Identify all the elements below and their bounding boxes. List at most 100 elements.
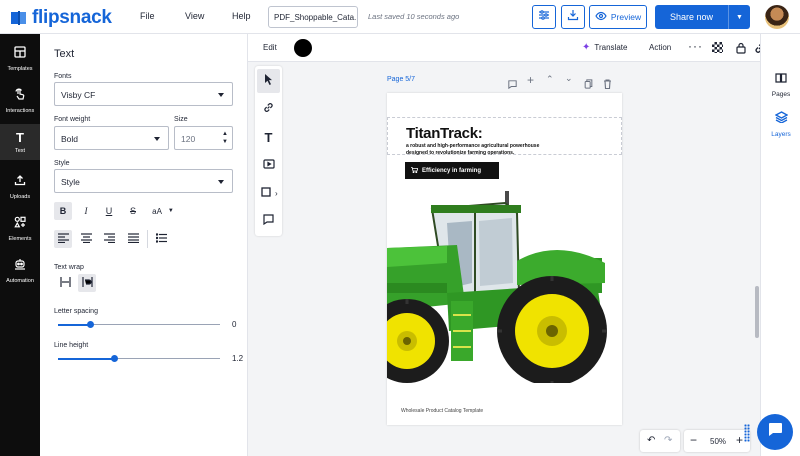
- menu-view[interactable]: View: [185, 11, 204, 21]
- edit-toolbar: Edit ✦ Translate Action ···: [248, 34, 782, 62]
- underline-button[interactable]: U: [100, 202, 118, 220]
- edit-label[interactable]: Edit: [263, 43, 277, 52]
- action-label[interactable]: Action: [649, 43, 671, 52]
- tractor-image[interactable]: [387, 183, 622, 383]
- strikethrough-button[interactable]: S: [124, 202, 142, 220]
- efficiency-button[interactable]: Efficiency in farming: [405, 162, 499, 179]
- page-subtitle-line-2[interactable]: designed to revolutionize farming operat…: [406, 150, 514, 156]
- zoom-level[interactable]: 50%: [710, 437, 726, 446]
- nav-item-text[interactable]: T Text: [0, 124, 40, 160]
- text-tool[interactable]: T: [257, 125, 280, 149]
- nav-item-pages[interactable]: Pages: [761, 70, 800, 100]
- line-height-slider-handle[interactable]: [111, 355, 119, 362]
- cursor-icon: [264, 72, 273, 90]
- layers-icon: [774, 110, 788, 128]
- transparency-icon[interactable]: [712, 42, 723, 53]
- bullet-list-button[interactable]: [152, 230, 170, 248]
- left-nav: Templates Interactions T Text Uploads El…: [0, 34, 40, 456]
- align-left-button[interactable]: [54, 230, 72, 248]
- share-label: Share now: [669, 12, 714, 22]
- font-weight-select[interactable]: Bold: [54, 126, 169, 150]
- chat-button[interactable]: [757, 414, 793, 450]
- nav-item-elements[interactable]: Elements: [0, 210, 40, 246]
- comment-tool[interactable]: [257, 209, 280, 233]
- nav-label: Templates: [7, 65, 33, 72]
- font-family-select[interactable]: Visby CF: [54, 82, 233, 106]
- undo-icon[interactable]: ↶: [647, 435, 655, 446]
- move-up-icon[interactable]: ⌃: [546, 74, 554, 85]
- lock-icon[interactable]: [736, 41, 746, 59]
- page-comment-icon[interactable]: [508, 76, 517, 94]
- align-center-icon: [80, 233, 92, 245]
- share-options-caret-icon[interactable]: ▼: [728, 5, 750, 29]
- align-center-button[interactable]: [77, 230, 95, 248]
- insert-toolbar: T ›: [255, 66, 282, 236]
- document-name-field[interactable]: PDF_Shoppable_Cata...: [268, 6, 358, 28]
- settings-button[interactable]: [532, 5, 556, 29]
- user-avatar[interactable]: [765, 5, 789, 29]
- translate-button[interactable]: ✦ Translate: [582, 42, 627, 53]
- nav-item-uploads[interactable]: Uploads: [0, 168, 40, 204]
- delete-page-icon[interactable]: [603, 76, 612, 94]
- redo-icon[interactable]: ↷: [664, 435, 672, 446]
- download-icon: [567, 8, 579, 26]
- download-button[interactable]: [561, 5, 585, 29]
- logo[interactable]: flipsnack: [10, 7, 112, 29]
- page-subtitle-line-1[interactable]: a robust and high-performance agricultur…: [406, 143, 539, 149]
- bold-button[interactable]: B: [54, 202, 72, 220]
- text-icon: T: [264, 129, 273, 145]
- media-tool[interactable]: [257, 153, 280, 177]
- add-page-icon[interactable]: +: [527, 73, 534, 87]
- nav-label: Text: [14, 148, 26, 154]
- wrap-on-icon: [81, 277, 93, 289]
- link-icon: [263, 100, 274, 118]
- share-button[interactable]: Share now ▼: [655, 5, 750, 29]
- page-title[interactable]: TitanTrack:: [406, 125, 483, 142]
- menu-help[interactable]: Help: [232, 11, 251, 21]
- eye-icon: [595, 11, 607, 23]
- wrap-off-button[interactable]: [56, 274, 74, 292]
- stepper-icon[interactable]: ▲ ▼: [222, 130, 228, 146]
- text-style-select[interactable]: Style: [54, 169, 233, 193]
- text-case-button[interactable]: aA ▼: [148, 202, 178, 220]
- align-right-button[interactable]: [100, 230, 118, 248]
- underline-icon: U: [105, 206, 113, 216]
- link-tool[interactable]: [257, 97, 280, 121]
- zoom-out-button[interactable]: −: [690, 433, 697, 447]
- zoom-in-button[interactable]: +: [736, 433, 743, 447]
- page-indicator: Page 5/7: [387, 76, 416, 83]
- nav-item-templates[interactable]: Templates: [0, 40, 40, 76]
- fonts-label: Fonts: [54, 73, 72, 80]
- move-down-icon[interactable]: ⌄: [565, 73, 573, 84]
- font-size-input[interactable]: 120 ▲ ▼: [174, 126, 233, 150]
- more-options-icon[interactable]: ···: [688, 39, 703, 53]
- history-controls: ↶ ↷: [640, 430, 680, 452]
- nav-item-layers[interactable]: Layers: [761, 110, 800, 142]
- font-weight-value: Bold: [61, 134, 79, 144]
- nav-label: Pages: [771, 91, 791, 98]
- drag-handle-icon[interactable]: [744, 424, 750, 442]
- preview-button[interactable]: Preview: [589, 5, 647, 29]
- catalog-page[interactable]: TitanTrack: a robust and high-performanc…: [387, 93, 622, 425]
- italic-icon: I: [84, 206, 88, 216]
- wrap-on-button[interactable]: [78, 274, 96, 292]
- select-tool[interactable]: [257, 69, 280, 93]
- panel-title: Text: [54, 48, 75, 60]
- text-color-swatch[interactable]: [294, 39, 312, 57]
- vertical-scrollbar[interactable]: [755, 286, 759, 338]
- chevron-down-icon: ▼: [167, 208, 174, 214]
- bullet-list-icon: [155, 233, 167, 245]
- nav-item-interactions[interactable]: Interactions: [0, 82, 40, 118]
- logo-text: flipsnack: [32, 7, 112, 28]
- nav-item-automation[interactable]: Automation: [0, 252, 40, 288]
- letter-spacing-slider-handle[interactable]: [86, 321, 94, 328]
- wrap-off-icon: [59, 277, 71, 289]
- divider: [147, 230, 148, 248]
- shape-tool[interactable]: ›: [257, 181, 280, 205]
- duplicate-page-icon[interactable]: [584, 76, 593, 94]
- menu-file[interactable]: File: [140, 11, 155, 21]
- align-justify-icon: [127, 233, 139, 245]
- strikethrough-icon: S: [129, 206, 136, 216]
- align-justify-button[interactable]: [124, 230, 142, 248]
- italic-button[interactable]: I: [77, 202, 95, 220]
